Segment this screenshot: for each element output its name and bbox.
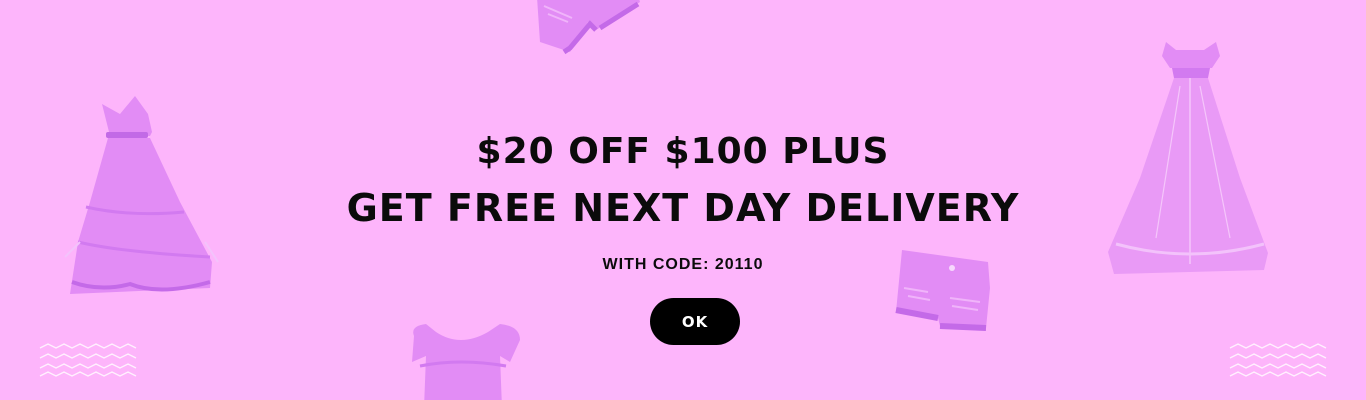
- promo-code-text: WITH CODE: 20110: [602, 256, 764, 273]
- shorts-icon: [537, 0, 640, 55]
- promo-banner: $20 OFF $100 PLUS GET FREE NEXT DAY DELI…: [0, 0, 1366, 400]
- crop-top-icon: [412, 324, 520, 400]
- promo-subheadline: GET FREE NEXT DAY DELIVERY: [346, 186, 1020, 230]
- zigzag-pattern: [1229, 343, 1327, 377]
- zigzag-pattern: [39, 343, 137, 377]
- promo-headline: $20 OFF $100 PLUS: [476, 131, 890, 172]
- ok-button[interactable]: OK: [650, 298, 740, 345]
